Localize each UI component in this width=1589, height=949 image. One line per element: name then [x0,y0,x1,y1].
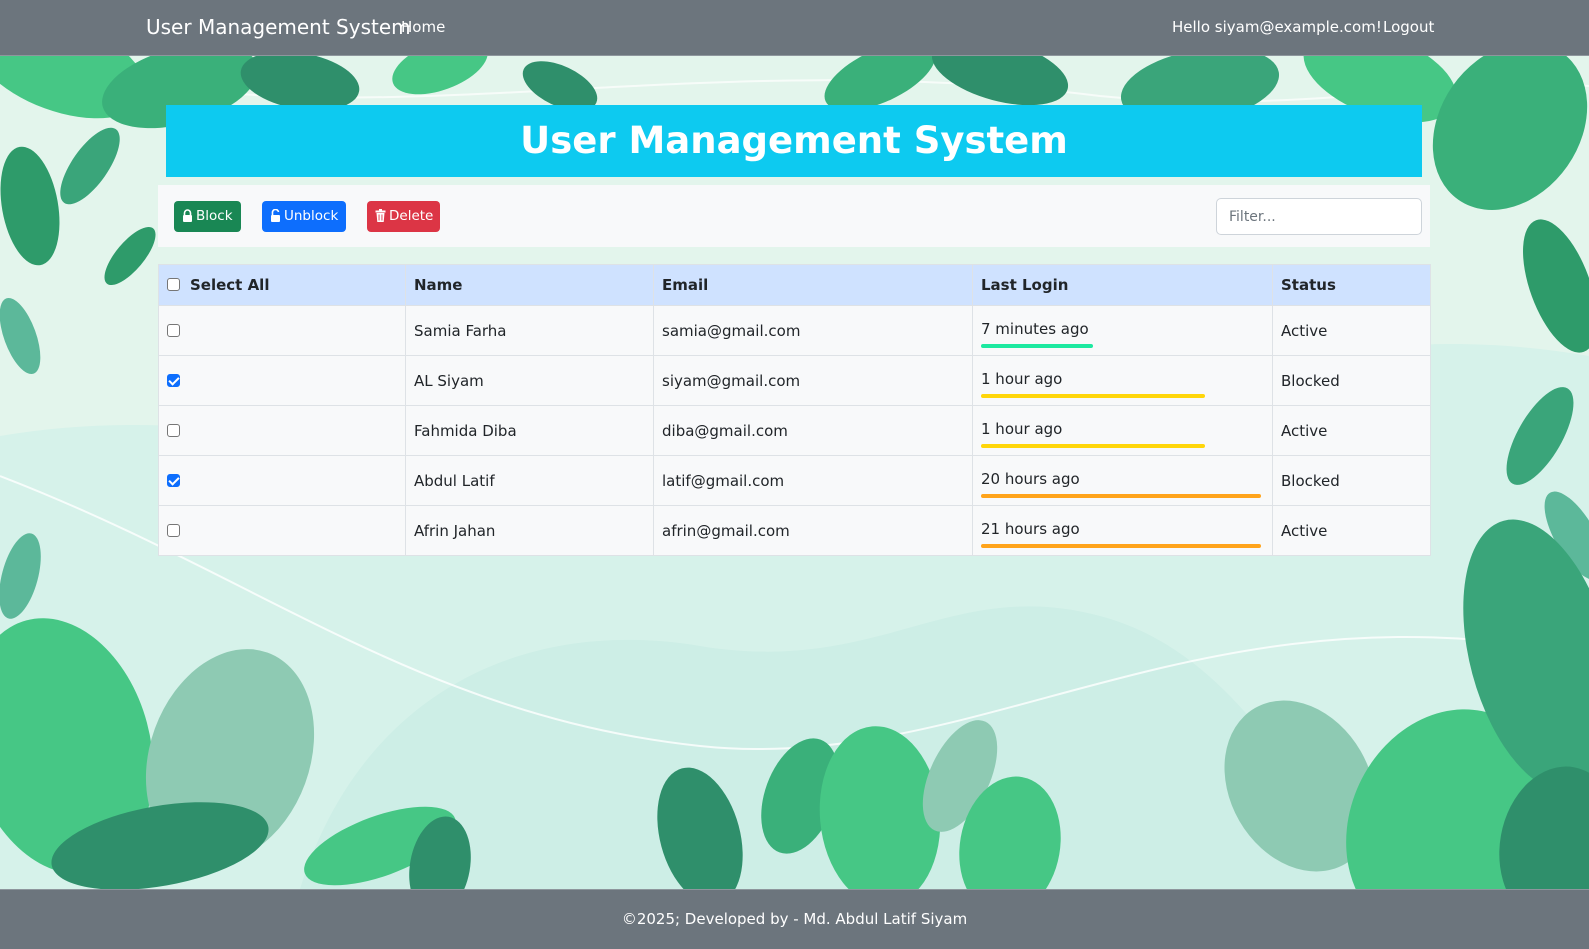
navbar-brand[interactable]: User Management System [146,15,411,39]
page-title: User Management System [166,105,1422,177]
unlock-icon [271,208,280,222]
row-checkbox[interactable] [167,523,180,537]
user-status: Blocked [1272,355,1431,406]
user-email: latif@gmail.com [653,455,973,506]
users-table: Select All Name Email Last Login Status … [158,264,1431,556]
user-status: Blocked [1272,455,1431,506]
table-header-row: Select All Name Email Last Login Status [158,264,1431,306]
activity-bar [981,443,1205,448]
action-toolbar: Block Unblock Delete [158,185,1430,247]
trash-icon [375,209,386,222]
last-login-cell: 1 hour ago [972,355,1273,406]
delete-button[interactable]: Delete [367,201,440,232]
last-login-text: 21 hours ago [981,519,1080,538]
user-name: Fahmida Diba [405,405,654,456]
row-checkbox[interactable] [167,473,180,487]
activity-bar [981,543,1261,548]
last-login-text: 1 hour ago [981,369,1063,388]
user-greeting: Hello siyam@example.com! [1172,18,1382,36]
user-email: samia@gmail.com [653,305,973,356]
user-name: Abdul Latif [405,455,654,506]
last-login-cell: 21 hours ago [972,505,1273,556]
user-email: afrin@gmail.com [653,505,973,556]
last-login-column-header[interactable]: Last Login [972,264,1273,306]
name-column-header[interactable]: Name [405,264,654,306]
footer: ©2025; Developed by - Md. Abdul Latif Si… [0,889,1589,949]
user-status: Active [1272,305,1431,356]
filter-input[interactable] [1216,198,1422,235]
activity-bar [981,493,1261,498]
user-name: Samia Farha [405,305,654,356]
select-all-label: Select All [190,276,270,294]
last-login-text: 20 hours ago [981,469,1080,488]
last-login-cell: 20 hours ago [972,455,1273,506]
select-all-header: Select All [158,264,406,306]
select-all-checkbox[interactable] [167,278,180,291]
table-row: Samia Farha samia@gmail.com 7 minutes ag… [158,305,1431,356]
logout-link[interactable]: Logout [1383,18,1434,36]
unblock-button[interactable]: Unblock [262,201,346,232]
activity-bar [981,343,1093,348]
table-row: Afrin Jahan afrin@gmail.com 21 hours ago… [158,505,1431,556]
navbar: User Management System Home Hello siyam@… [0,0,1589,56]
table-row: Fahmida Diba diba@gmail.com 1 hour ago A… [158,405,1431,456]
activity-bar [981,393,1205,398]
row-select-cell [158,505,406,556]
user-status: Active [1272,505,1431,556]
unblock-button-label: Unblock [284,208,339,224]
last-login-cell: 7 minutes ago [972,305,1273,356]
row-select-cell [158,355,406,406]
user-name: Afrin Jahan [405,505,654,556]
lock-icon [183,209,192,222]
row-checkbox[interactable] [167,373,180,387]
row-select-cell [158,305,406,356]
last-login-text: 1 hour ago [981,419,1063,438]
row-select-cell [158,455,406,506]
table-row: Abdul Latif latif@gmail.com 20 hours ago… [158,455,1431,506]
row-checkbox[interactable] [167,423,180,437]
user-name: AL Siyam [405,355,654,406]
status-column-header[interactable]: Status [1272,264,1431,306]
table-row: AL Siyam siyam@gmail.com 1 hour ago Bloc… [158,355,1431,406]
delete-button-label: Delete [389,208,434,224]
user-email: diba@gmail.com [653,405,973,456]
email-column-header[interactable]: Email [653,264,973,306]
last-login-cell: 1 hour ago [972,405,1273,456]
user-status: Active [1272,405,1431,456]
block-button[interactable]: Block [174,201,241,232]
row-select-cell [158,405,406,456]
block-button-label: Block [196,208,233,224]
last-login-text: 7 minutes ago [981,319,1089,338]
user-email: siyam@gmail.com [653,355,973,406]
footer-credit: ©2025; Developed by - Md. Abdul Latif Si… [621,910,968,928]
row-checkbox[interactable] [167,323,180,337]
nav-home-link[interactable]: Home [401,18,445,36]
